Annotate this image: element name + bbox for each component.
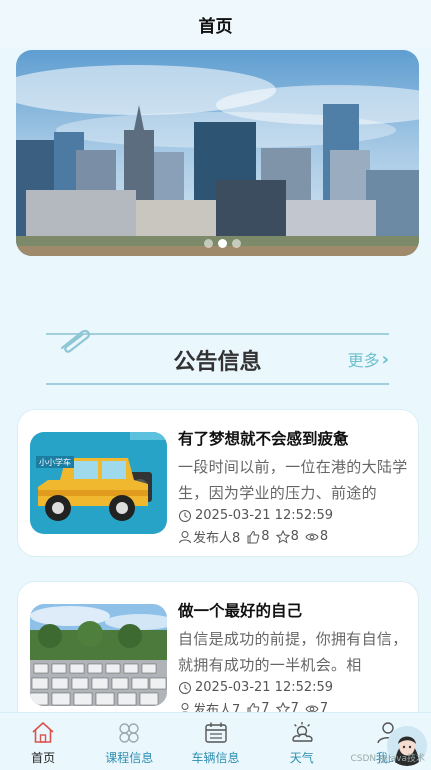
car-illustration-image: 小小学车 [30,432,167,534]
top-header: 首页 [0,0,431,48]
city-skyline-image [16,50,419,256]
card-time-text: 2025-03-21 12:52:59 [195,680,334,695]
thumb-label: 小小学车 [39,457,71,467]
carousel-dot[interactable] [232,239,241,248]
page-title: 首页 [198,16,233,37]
card-title: 有了梦想就不会感到疲惫 [178,430,349,448]
tab-weather[interactable]: 天气 [259,713,345,770]
card-time: 2025-03-21 12:52:59 [178,508,333,523]
stars-count: 8 [290,529,299,544]
views-count: 8 [319,529,329,544]
notice-section-header: 公告信息 更多 › [46,326,389,386]
notice-thumbnail [30,604,167,706]
likes[interactable]: 8 [246,529,270,544]
tab-label: 天气 [289,751,314,765]
star-icon [275,529,290,544]
tab-label: 课程信息 [105,751,154,765]
card-description: 一段时间以前，一位在港的大陆学生，因为学业的压力、前途的 [178,458,408,502]
clock-icon [179,681,191,694]
likes-count: 8 [261,529,270,544]
tab-label: 首页 [31,751,56,765]
notice-card[interactable]: 小小学车 有了梦想就不会感到疲惫 一段时间以前，一位在港的大陆学生，因为学业的压… [17,409,419,557]
tab-label: 车辆信息 [191,751,240,765]
carousel-dot[interactable] [204,239,213,248]
clover-icon [119,723,139,743]
card-time-text: 2025-03-21 12:52:59 [195,508,334,523]
stars[interactable]: 8 [275,529,299,544]
notice-title: 公告信息 [173,350,262,375]
tab-vehicle-info[interactable]: 车辆信息 [172,713,258,770]
publisher: 发布人8 [178,527,240,546]
banner-carousel[interactable] [16,50,419,256]
parking-lot-image [30,604,167,706]
notice-card[interactable]: 做一个最好的自己 自信是成功的前提，你拥有自信，就拥有成功的一半机会。相 202… [17,581,419,729]
home-icon [32,721,54,743]
card-description: 自信是成功的前提，你拥有自信，就拥有成功的一半机会。相 [178,630,408,674]
card-time: 2025-03-21 12:52:59 [178,680,333,695]
views: 8 [305,529,328,544]
more-link[interactable]: 更多 › [348,347,389,371]
publisher-text: 发布人8 [193,531,241,546]
chevron-right-icon: › [381,348,389,370]
tab-home[interactable]: 首页 [0,713,86,770]
thumbs-up-icon [247,530,260,543]
watermark-text: CSDN @Java技术 [350,754,425,764]
calendar-icon [204,722,227,743]
divider [46,333,389,335]
divider [46,383,389,385]
eye-icon [305,533,319,540]
user-icon [179,530,191,543]
card-meta-row: 发布人8 8 8 8 [178,527,334,546]
tab-course-info[interactable]: 课程信息 [86,713,172,770]
carousel-dot-active[interactable] [218,239,227,248]
more-label: 更多 [347,351,380,370]
card-title: 做一个最好的自己 [178,602,303,620]
weather-icon [292,722,313,742]
clock-icon [179,509,191,522]
carousel-dots [204,239,241,248]
notice-thumbnail: 小小学车 [30,432,167,534]
